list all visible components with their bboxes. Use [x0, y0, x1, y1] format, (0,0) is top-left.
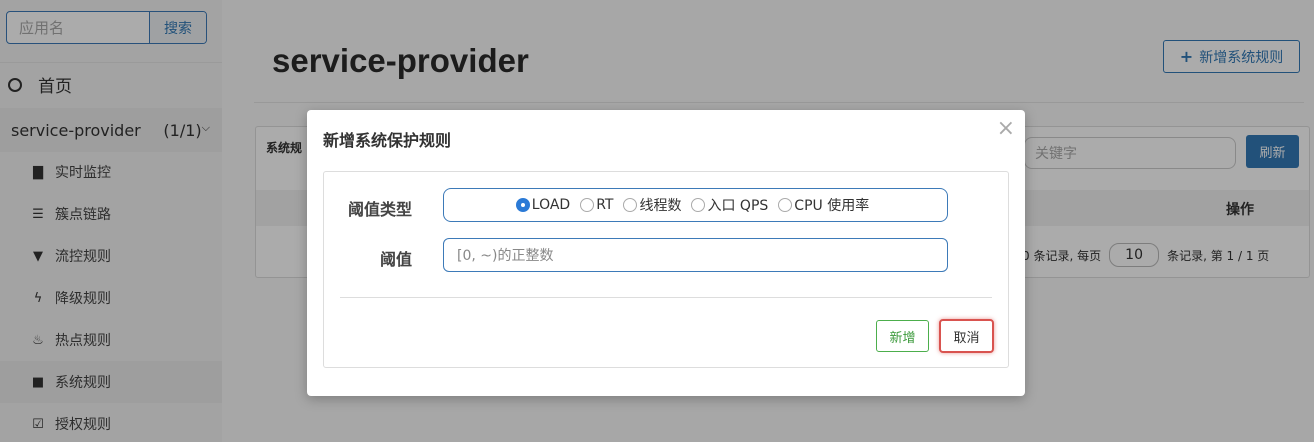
radio-rt[interactable]: RT: [580, 197, 613, 213]
cancel-button[interactable]: 取消: [939, 319, 994, 353]
close-icon[interactable]: ×: [997, 116, 1015, 141]
radio-button[interactable]: [580, 198, 595, 212]
radio-button[interactable]: [778, 198, 793, 212]
add-system-rule-dialog: 新增系统保护规则 × 阈值类型 LOAD RT 线程数 入口 QPS CPU 使…: [307, 110, 1025, 396]
dialog-body: 阈值类型 LOAD RT 线程数 入口 QPS CPU 使用率 阈值 [0, ~…: [323, 171, 1009, 368]
threshold-type-radio-group: LOAD RT 线程数 入口 QPS CPU 使用率: [443, 188, 948, 222]
radio-label: 线程数: [639, 198, 682, 214]
radio-load[interactable]: LOAD: [515, 197, 571, 213]
radio-cpu-usage[interactable]: CPU 使用率: [778, 195, 869, 215]
radio-label: CPU 使用率: [794, 198, 870, 214]
threshold-input[interactable]: [0, ~)的正整数: [443, 238, 948, 272]
threshold-type-label: 阈值类型: [348, 200, 413, 219]
add-button[interactable]: 新增: [876, 320, 929, 352]
body-divider: [340, 297, 992, 298]
radio-thread-count[interactable]: 线程数: [623, 195, 681, 215]
radio-button[interactable]: [691, 198, 706, 212]
radio-label: LOAD: [531, 197, 571, 213]
radio-entry-qps[interactable]: 入口 QPS: [691, 195, 768, 215]
radio-label: RT: [596, 197, 614, 213]
radio-label: 入口 QPS: [707, 198, 769, 214]
threshold-label: 阈值: [380, 250, 413, 269]
dialog-title: 新增系统保护规则: [323, 131, 452, 150]
radio-button[interactable]: [623, 198, 638, 212]
radio-button-checked[interactable]: [515, 198, 530, 212]
